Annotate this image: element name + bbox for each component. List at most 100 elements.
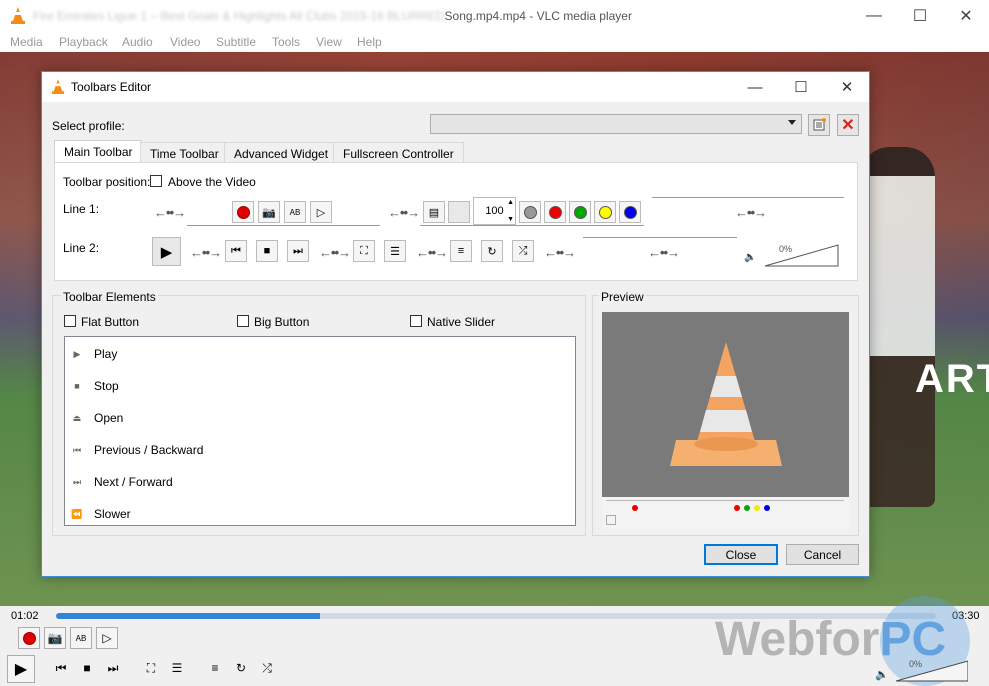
extended-settings-button[interactable]: ☰	[166, 657, 188, 679]
eject-icon: ⏏	[72, 412, 82, 423]
dialog-close-button[interactable]: ✕	[824, 72, 870, 102]
spacer-icon: ←••→	[735, 205, 767, 220]
toolbar-elements-list[interactable]: ▶ Play ■ Stop ⏏ Open ⏮ Previous / Backward ⏭…	[64, 336, 576, 526]
spacer-icon: ←••→	[388, 205, 420, 220]
menu-subtitle[interactable]: Subtitle	[216, 35, 256, 49]
cancel-button[interactable]: Cancel	[786, 544, 859, 565]
shuffle-button[interactable]: ⤮	[256, 657, 278, 679]
yellow-button-element[interactable]	[594, 201, 616, 223]
tab-time-toolbar[interactable]: Time Toolbar	[140, 142, 229, 162]
playlist-info-icon: ▤	[428, 206, 440, 219]
snapshot-button[interactable]: 📷	[44, 627, 66, 649]
playlist-button[interactable]: ≡	[204, 657, 226, 679]
flat-button-checkbox[interactable]	[64, 315, 76, 327]
red-button-element[interactable]	[544, 201, 566, 223]
loop-button[interactable]: ↻	[230, 657, 252, 679]
equalizer-icon: ☰	[171, 661, 183, 675]
list-item-slower[interactable]: ⏪ Slower	[71, 504, 130, 524]
aspect-ratio-element[interactable]	[448, 201, 470, 223]
menu-playback[interactable]: Playback	[59, 35, 108, 49]
volume-slider[interactable]: 0%	[895, 659, 969, 682]
dialog-maximize-button[interactable]: ☐	[778, 72, 824, 102]
next-element[interactable]: ⏭	[287, 240, 309, 262]
close-button[interactable]: Close	[704, 544, 778, 565]
dialog-titlebar: Toolbars Editor — ☐ ✕	[42, 72, 869, 102]
fullscreen-icon: ⛶	[360, 244, 368, 257]
preview-yellow-dot	[754, 505, 760, 511]
menu-view[interactable]: View	[316, 35, 342, 49]
play-element[interactable]: ▶	[152, 237, 181, 266]
list-item-stop[interactable]: ■ Stop	[71, 376, 118, 396]
frame-step-element[interactable]: ▷	[310, 201, 332, 223]
volume-percent: 0%	[909, 659, 923, 669]
frame-step-icon: ▷	[316, 206, 326, 219]
list-item-previous[interactable]: ⏮ Previous / Backward	[71, 440, 203, 460]
blue-button-element[interactable]	[619, 201, 641, 223]
play-button[interactable]: ▶	[7, 655, 35, 683]
stop-button[interactable]: ■	[76, 657, 98, 679]
list-item-play[interactable]: ▶ Play	[71, 344, 118, 364]
tab-main-toolbar[interactable]: Main Toolbar	[54, 140, 143, 163]
blue-dot-icon	[623, 205, 637, 219]
shuffle-element[interactable]: ⤮	[512, 240, 534, 262]
profile-select[interactable]	[430, 114, 802, 134]
delete-icon: ✕	[841, 117, 855, 134]
ab-loop-button[interactable]: AB	[70, 627, 92, 649]
spin-down-icon[interactable]: ▼	[507, 216, 514, 223]
preview-play-icon	[606, 515, 616, 525]
gray-dot-icon	[523, 205, 537, 219]
previous-button[interactable]: ⏮	[50, 657, 72, 679]
delete-profile-button[interactable]: ✕	[837, 114, 859, 136]
flat-button-label: Flat Button	[81, 315, 140, 329]
loop-icon: ↻	[235, 661, 247, 675]
line2-label: Line 2:	[63, 241, 100, 255]
frame-step-button[interactable]: ▷	[96, 627, 118, 649]
ab-loop-element[interactable]: AB	[284, 201, 306, 223]
playlist-element[interactable]: ≡	[450, 240, 472, 262]
green-dot-icon	[573, 205, 587, 219]
close-window-button[interactable]: ✕	[943, 0, 989, 31]
record-element[interactable]	[232, 201, 254, 223]
menu-media[interactable]: Media	[10, 35, 43, 49]
stop-element[interactable]: ■	[256, 240, 278, 262]
loop-element[interactable]: ↻	[481, 240, 503, 262]
tab-advanced-widget[interactable]: Advanced Widget	[224, 142, 339, 162]
play-icon: ▶	[73, 348, 81, 359]
minimize-button[interactable]: —	[851, 0, 897, 31]
maximize-button[interactable]: ☐	[897, 0, 943, 31]
big-button-checkbox[interactable]	[237, 315, 249, 327]
dialog-minimize-button[interactable]: —	[732, 72, 778, 102]
spacer-icon: ←••→	[544, 245, 576, 260]
spacer-icon: ←••→	[416, 245, 448, 260]
green-button-element[interactable]	[569, 201, 591, 223]
spin-up-icon[interactable]: ▲	[507, 199, 514, 206]
toolbar-position-label: Toolbar position:	[63, 175, 151, 189]
next-button[interactable]: ⏭	[102, 657, 124, 679]
yellow-dot-icon	[598, 205, 612, 219]
menu-help[interactable]: Help	[357, 35, 382, 49]
speaker-icon: 🔈	[744, 252, 757, 263]
list-item-open[interactable]: ⏏ Open	[71, 408, 124, 428]
record-button[interactable]	[18, 627, 40, 649]
speaker-icon[interactable]: 🔈	[875, 668, 889, 681]
gray-button-element[interactable]	[519, 201, 541, 223]
list-item-next[interactable]: ⏭ Next / Forward	[71, 472, 173, 492]
native-slider-checkbox[interactable]	[410, 315, 422, 327]
playlist-info-element[interactable]: ▤	[423, 201, 445, 223]
window-titlebar: Fire Emirates Ligue 1 – Best Goals & Hig…	[0, 0, 989, 31]
playlist-icon: ≡	[457, 245, 465, 257]
save-profile-button[interactable]	[808, 114, 830, 136]
extended-settings-element[interactable]: ☰	[384, 240, 406, 262]
menu-audio[interactable]: Audio	[122, 35, 153, 49]
fullscreen-element[interactable]: ⛶	[353, 240, 375, 262]
previous-element[interactable]: ⏮	[225, 240, 247, 262]
record-icon	[22, 631, 36, 645]
fullscreen-button[interactable]: ⛶	[140, 657, 162, 679]
menu-video[interactable]: Video	[170, 35, 200, 49]
menu-tools[interactable]: Tools	[272, 35, 300, 49]
tab-fullscreen-controller[interactable]: Fullscreen Controller	[333, 142, 464, 162]
snapshot-element[interactable]: 📷	[258, 201, 280, 223]
volume-element[interactable]: 0%	[764, 243, 839, 267]
speed-spinbox[interactable]: 100 ▲ ▼	[473, 197, 516, 225]
above-video-checkbox[interactable]	[150, 175, 162, 187]
